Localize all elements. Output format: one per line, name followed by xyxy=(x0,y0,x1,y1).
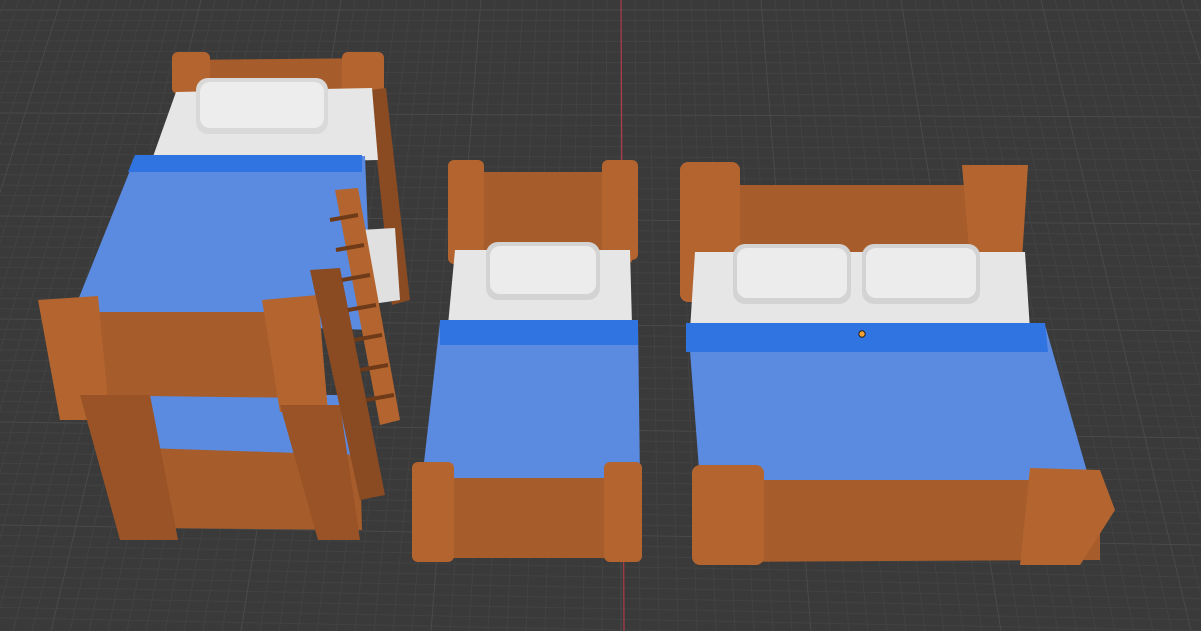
grid-line xyxy=(0,596,1201,621)
grid-line xyxy=(0,617,703,631)
grid-line xyxy=(0,586,1201,610)
grid-line xyxy=(1138,0,1201,214)
grid-line xyxy=(0,40,1201,43)
grid-line xyxy=(0,30,1201,32)
grid-line xyxy=(1110,0,1201,327)
bunk-bed[interactable] xyxy=(38,52,410,540)
grid-line xyxy=(1082,0,1201,454)
grid-line xyxy=(1166,0,1201,112)
origin-marker-icon[interactable] xyxy=(858,330,866,338)
grid-line xyxy=(0,565,1201,589)
grid-line xyxy=(0,576,1201,599)
3d-viewport[interactable] xyxy=(0,0,1201,631)
single-bed[interactable] xyxy=(412,160,642,562)
grid-line xyxy=(0,606,1201,631)
grid-line xyxy=(1124,0,1201,269)
grid-line xyxy=(1152,0,1201,162)
double-bed[interactable] xyxy=(680,162,1115,565)
